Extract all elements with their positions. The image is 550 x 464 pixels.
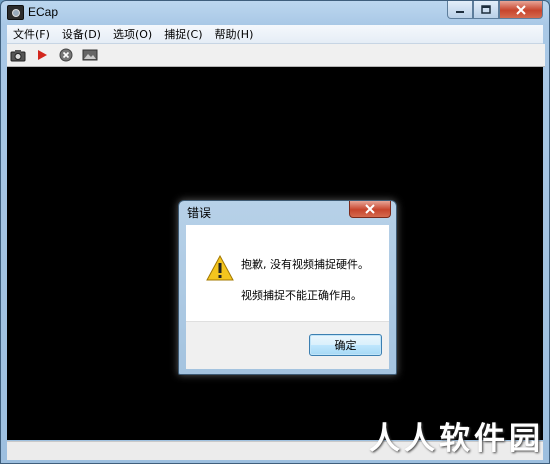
error-dialog: 错误 抱歉, 没有视频捕捉硬件。 视频捕捉不能正确作用。 确定 — [178, 200, 397, 375]
maximize-icon — [481, 4, 491, 14]
menu-options[interactable]: 选项(O) — [107, 26, 158, 42]
close-icon — [365, 204, 375, 214]
image-icon — [82, 49, 98, 61]
app-icon — [7, 5, 24, 20]
start-capture-button[interactable] — [33, 46, 51, 64]
close-icon — [516, 4, 526, 15]
view-image-button[interactable] — [81, 46, 99, 64]
camera-icon — [10, 50, 26, 62]
error-message-primary: 抱歉, 没有视频捕捉硬件。 — [241, 258, 369, 271]
title-bar[interactable]: ECap — [1, 1, 549, 25]
menu-capture[interactable]: 捕捉(C) — [158, 26, 208, 42]
error-message-secondary: 视频捕捉不能正确作用。 — [241, 289, 362, 302]
dialog-footer: 确定 — [186, 321, 389, 369]
minimize-button[interactable] — [447, 1, 473, 19]
stop-capture-button[interactable] — [57, 46, 75, 64]
window-title: ECap — [28, 5, 59, 19]
close-button[interactable] — [499, 1, 543, 19]
minimize-icon — [456, 10, 464, 13]
caption-buttons — [447, 1, 543, 20]
stop-icon — [59, 48, 73, 62]
menu-bar: 文件(F) 设备(D) 选项(O) 捕捉(C) 帮助(H) — [7, 25, 543, 44]
snapshot-button[interactable] — [9, 46, 27, 64]
menu-device[interactable]: 设备(D) — [56, 26, 107, 42]
dialog-title: 错误 — [187, 206, 212, 220]
toolbar — [7, 44, 545, 67]
menu-help[interactable]: 帮助(H) — [209, 26, 260, 42]
menu-file[interactable]: 文件(F) — [7, 26, 56, 42]
dialog-body: 抱歉, 没有视频捕捉硬件。 视频捕捉不能正确作用。 — [186, 225, 389, 321]
watermark: 人人软件园 — [369, 421, 544, 457]
warning-icon — [206, 255, 234, 281]
dialog-close-button[interactable] — [349, 201, 391, 218]
maximize-button[interactable] — [473, 1, 499, 19]
ok-button[interactable]: 确定 — [309, 334, 382, 356]
play-icon — [38, 50, 47, 60]
